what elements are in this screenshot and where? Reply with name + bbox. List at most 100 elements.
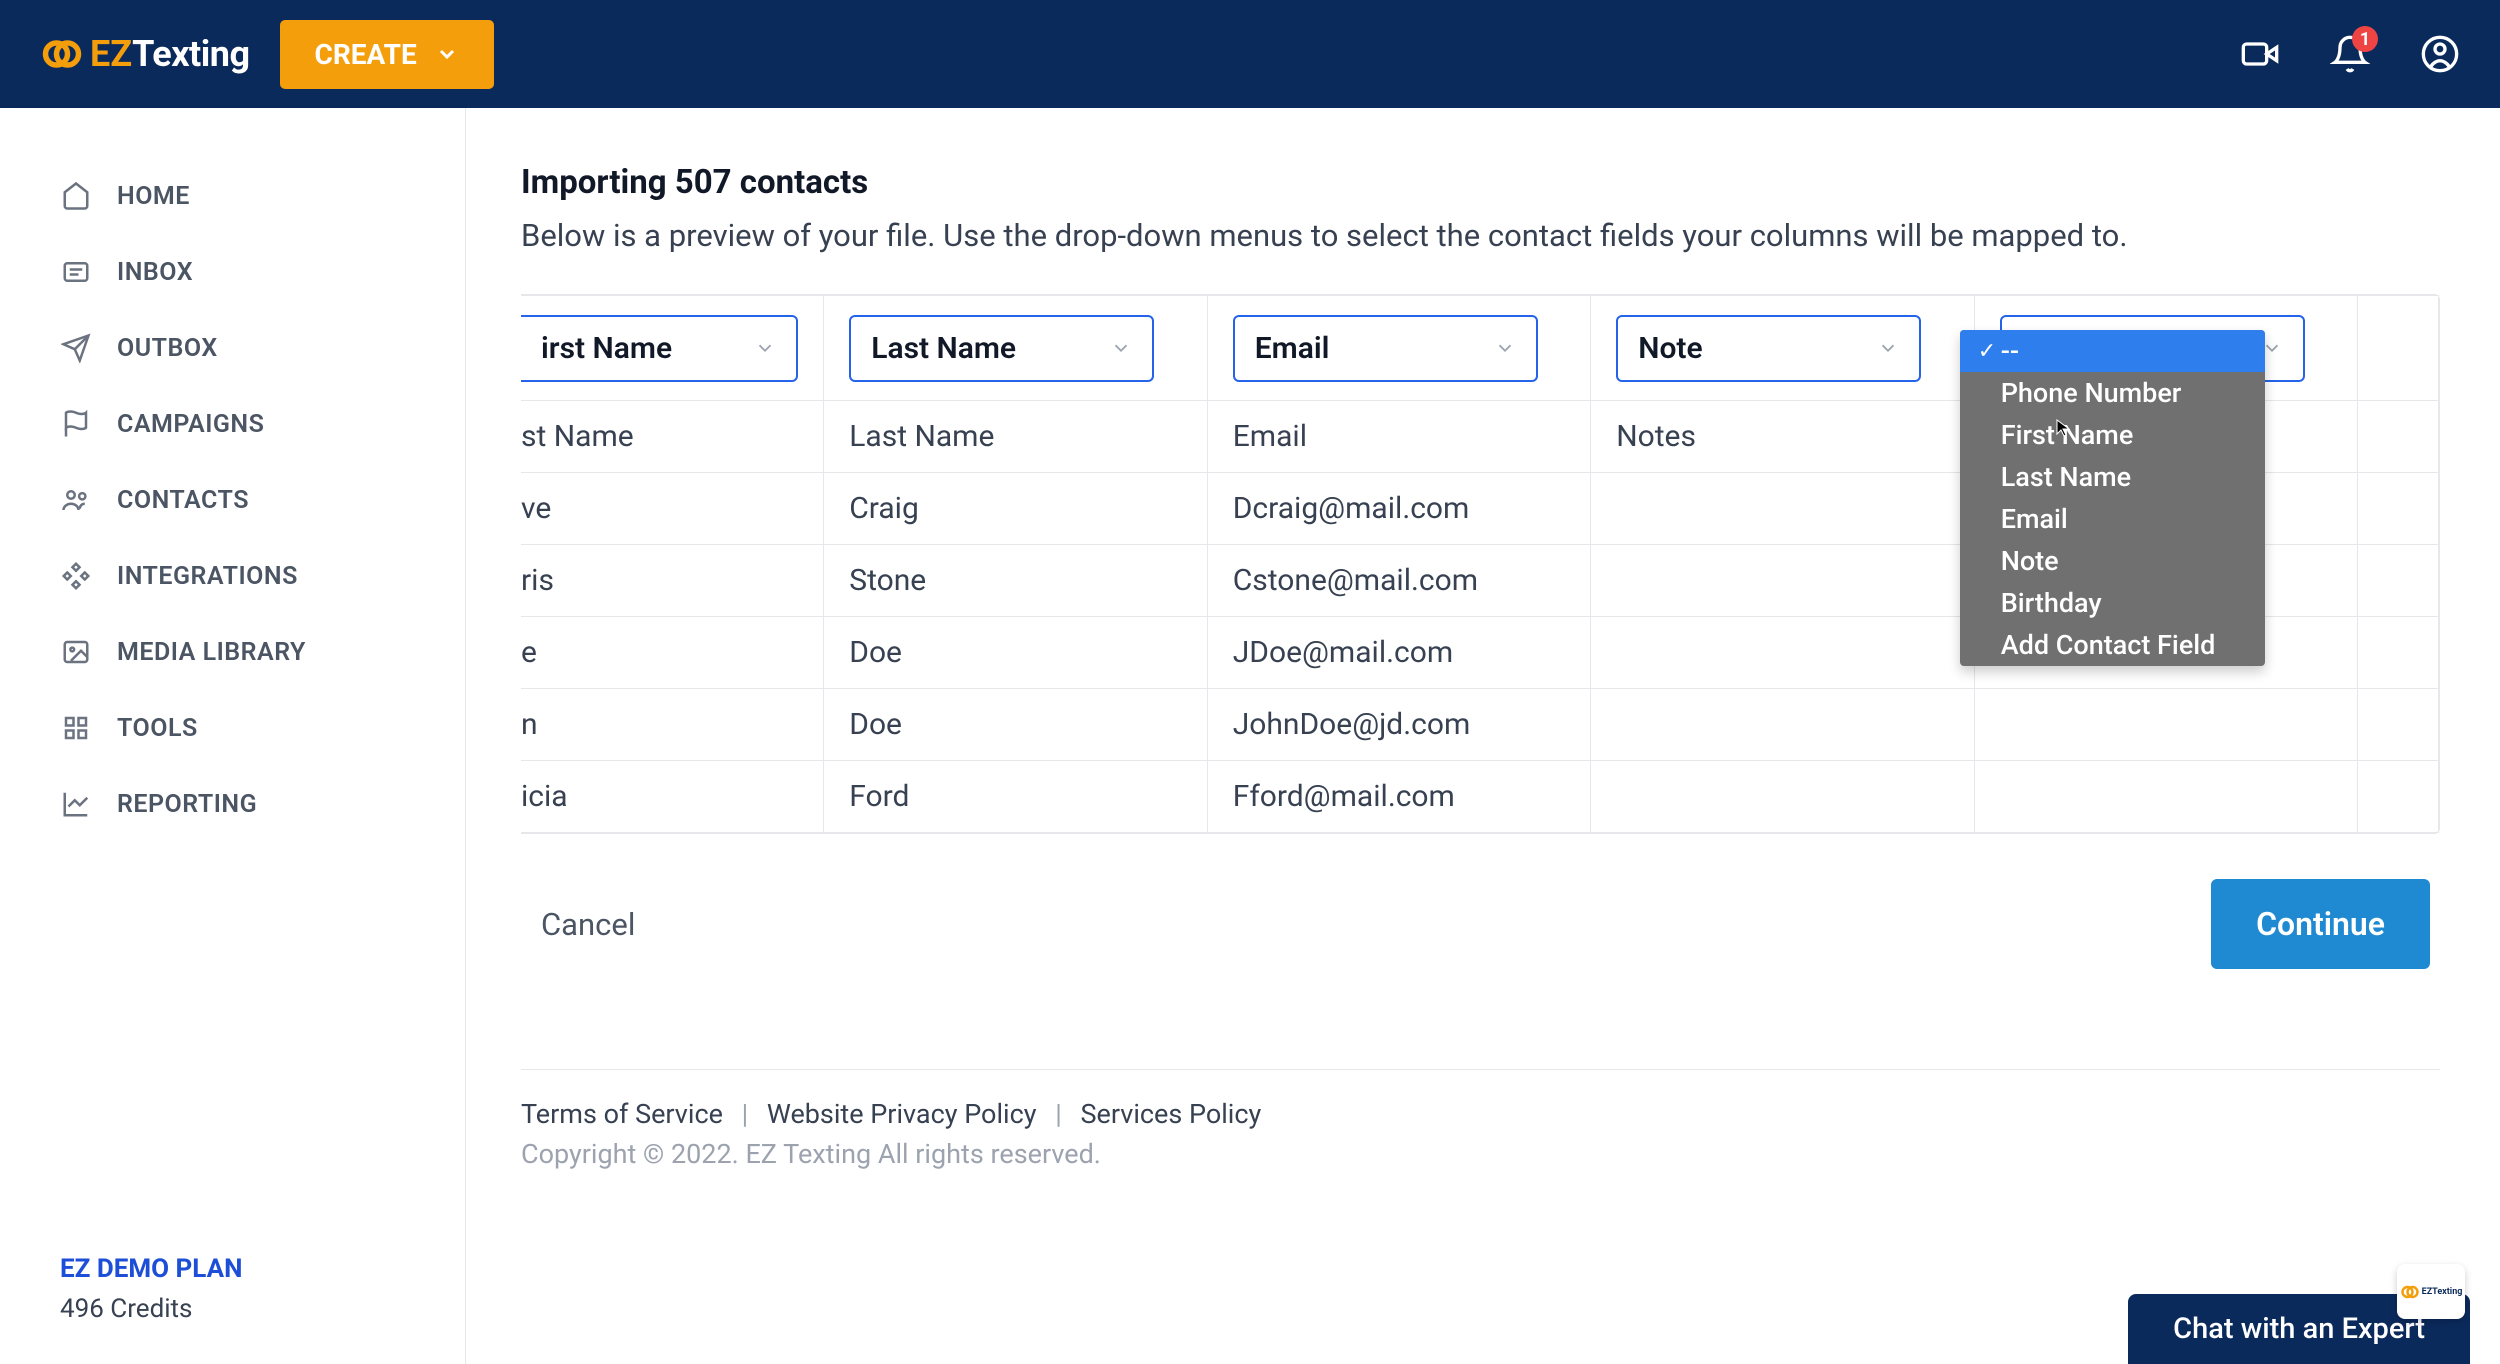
field-mapping-menu: ✓ -- Phone Number First Name Last Name Em… (1960, 330, 2265, 666)
sidebar-item-media[interactable]: MEDIA LIBRARY (0, 614, 465, 690)
dropdown-option-addfield[interactable]: Add Contact Field (1960, 624, 2265, 666)
cell: Ford (824, 761, 1207, 833)
cell: Fford@mail.com (1207, 761, 1590, 833)
dropdown-option-note[interactable]: Note (1960, 540, 2265, 582)
page-subtitle: Below is a preview of your file. Use the… (521, 217, 2440, 254)
chevron-down-icon (754, 337, 776, 359)
cell (2358, 473, 2439, 545)
inbox-icon (60, 256, 92, 288)
dropdown-option-firstname[interactable]: First Name (1960, 414, 2265, 456)
sidebar: HOME INBOX OUTBOX CAMPAIGNS CONTACTS INT… (0, 108, 466, 1364)
tools-icon (60, 712, 92, 744)
notification-icon[interactable]: 1 (2330, 34, 2370, 74)
outbox-icon (60, 332, 92, 364)
preview-table-wrap: irst Name Last Name Em (521, 294, 2440, 834)
header-right: 1 (2240, 34, 2460, 74)
cell (2358, 761, 2439, 833)
chat-logo-icon: EZTexting (2400, 1282, 2463, 1302)
cell (1591, 545, 1974, 617)
dropdown-label: Email (1255, 331, 1330, 366)
logo-text-ez: EZ (90, 33, 132, 75)
sidebar-item-label: INTEGRATIONS (117, 562, 298, 591)
option-label: Last Name (2001, 461, 2131, 493)
cell: Craig (824, 473, 1207, 545)
video-icon[interactable] (2240, 34, 2280, 74)
terms-link[interactable]: Terms of Service (521, 1098, 723, 1130)
services-link[interactable]: Services Policy (1081, 1098, 1262, 1130)
notification-badge: 1 (2352, 26, 2378, 52)
dropdown-option-phone[interactable]: Phone Number (1960, 372, 2265, 414)
option-label: -- (2001, 335, 2019, 367)
cell (1591, 761, 1974, 833)
contacts-icon (60, 484, 92, 516)
cell: Last Name (824, 401, 1207, 473)
column-mapping-dropdown-4[interactable]: Note (1616, 315, 1921, 382)
cell: Notes (1591, 401, 1974, 473)
sidebar-item-label: REPORTING (117, 790, 257, 819)
plan-name: EZ DEMO PLAN (60, 1254, 405, 1284)
cell (1591, 689, 1974, 761)
sidebar-item-label: INBOX (117, 258, 193, 287)
cell (2358, 545, 2439, 617)
create-button[interactable]: CREATE (280, 20, 494, 89)
chevron-down-icon (435, 42, 459, 66)
cell: JDoe@mail.com (1207, 617, 1590, 689)
brand-logo[interactable]: EZTexting (40, 32, 250, 76)
cell: Doe (824, 689, 1207, 761)
dropdown-option-birthday[interactable]: Birthday (1960, 582, 2265, 624)
reporting-icon (60, 788, 92, 820)
chat-widget-logo[interactable]: EZTexting (2397, 1264, 2465, 1319)
cancel-button[interactable]: Cancel (531, 886, 645, 963)
sidebar-item-campaigns[interactable]: CAMPAIGNS (0, 386, 465, 462)
footer: Terms of Service | Website Privacy Polic… (521, 1069, 2440, 1170)
sidebar-item-inbox[interactable]: INBOX (0, 234, 465, 310)
cell: ve (521, 473, 824, 545)
cell: Email (1207, 401, 1590, 473)
continue-button[interactable]: Continue (2211, 879, 2430, 969)
cell: icia (521, 761, 824, 833)
profile-icon[interactable] (2420, 34, 2460, 74)
dropdown-option-lastname[interactable]: Last Name (1960, 456, 2265, 498)
column-mapping-dropdown-3[interactable]: Email (1233, 315, 1538, 382)
table-row: icia Ford Fford@mail.com (521, 761, 2439, 833)
sidebar-item-home[interactable]: HOME (0, 158, 465, 234)
option-label: Note (2001, 545, 2059, 577)
sidebar-item-integrations[interactable]: INTEGRATIONS (0, 538, 465, 614)
cell (2358, 689, 2439, 761)
sidebar-item-label: MEDIA LIBRARY (117, 638, 306, 667)
app-header: EZTexting CREATE 1 (0, 0, 2500, 108)
credits-count: 496 Credits (60, 1294, 405, 1324)
sidebar-item-label: TOOLS (117, 714, 198, 743)
option-label: Add Contact Field (2001, 629, 2216, 661)
sidebar-item-tools[interactable]: TOOLS (0, 690, 465, 766)
cell: ris (521, 545, 824, 617)
dropdown-option-email[interactable]: Email (1960, 498, 2265, 540)
campaigns-icon (60, 408, 92, 440)
cell: Stone (824, 545, 1207, 617)
sidebar-item-label: OUTBOX (117, 334, 218, 363)
form-actions: Cancel Continue (521, 879, 2440, 969)
integrations-icon (60, 560, 92, 592)
sidebar-item-reporting[interactable]: REPORTING (0, 766, 465, 842)
column-mapping-dropdown-2[interactable]: Last Name (849, 315, 1154, 382)
preview-table: irst Name Last Name Em (521, 295, 2439, 833)
check-icon: ✓ (1978, 339, 1993, 364)
page-title: Importing 507 contacts (521, 163, 2440, 202)
table-row: n Doe JohnDoe@jd.com (521, 689, 2439, 761)
chevron-down-icon (1877, 337, 1899, 359)
cell: e (521, 617, 824, 689)
logo-icon (40, 32, 84, 76)
cell: n (521, 689, 824, 761)
cell (1974, 761, 2357, 833)
column-mapping-dropdown-1[interactable]: irst Name (521, 315, 798, 382)
privacy-link[interactable]: Website Privacy Policy (767, 1098, 1037, 1130)
footer-copyright: Copyright © 2022. EZ Texting All rights … (521, 1138, 2440, 1170)
sidebar-item-contacts[interactable]: CONTACTS (0, 462, 465, 538)
cell (1974, 689, 2357, 761)
dropdown-option-none[interactable]: ✓ -- (1960, 330, 2265, 372)
chevron-down-icon (1494, 337, 1516, 359)
cell: JohnDoe@jd.com (1207, 689, 1590, 761)
sidebar-item-outbox[interactable]: OUTBOX (0, 310, 465, 386)
chat-label: Chat with an Expert (2173, 1312, 2425, 1346)
cell: Dcraig@mail.com (1207, 473, 1590, 545)
